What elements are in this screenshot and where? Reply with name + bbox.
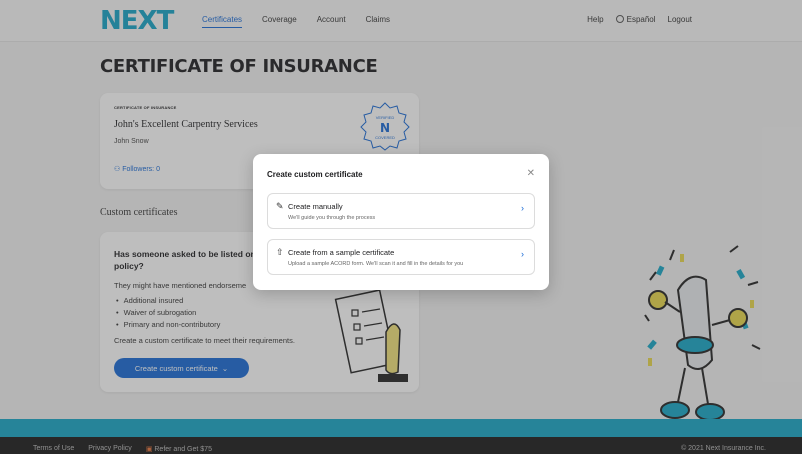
close-icon[interactable]: ✕	[527, 168, 535, 179]
option-title: Create from a sample certificate	[288, 248, 395, 257]
modal-title: Create custom certificate	[267, 170, 363, 179]
chevron-right-icon: ›	[521, 249, 524, 259]
option-description: Upload a sample ACORD form. We'll scan i…	[288, 261, 464, 267]
chevron-right-icon: ›	[521, 203, 524, 213]
upload-icon: ⇧	[276, 247, 284, 257]
create-manually-option[interactable]: ✎ Create manually We'll guide you throug…	[267, 193, 535, 229]
option-description: We'll guide you through the process	[288, 215, 376, 221]
create-certificate-modal: Create custom certificate ✕ ✎ Create man…	[253, 154, 549, 290]
edit-document-icon: ✎	[276, 201, 284, 211]
option-title: Create manually	[288, 202, 343, 211]
create-from-sample-option[interactable]: ⇧ Create from a sample certificate Uploa…	[267, 239, 535, 275]
